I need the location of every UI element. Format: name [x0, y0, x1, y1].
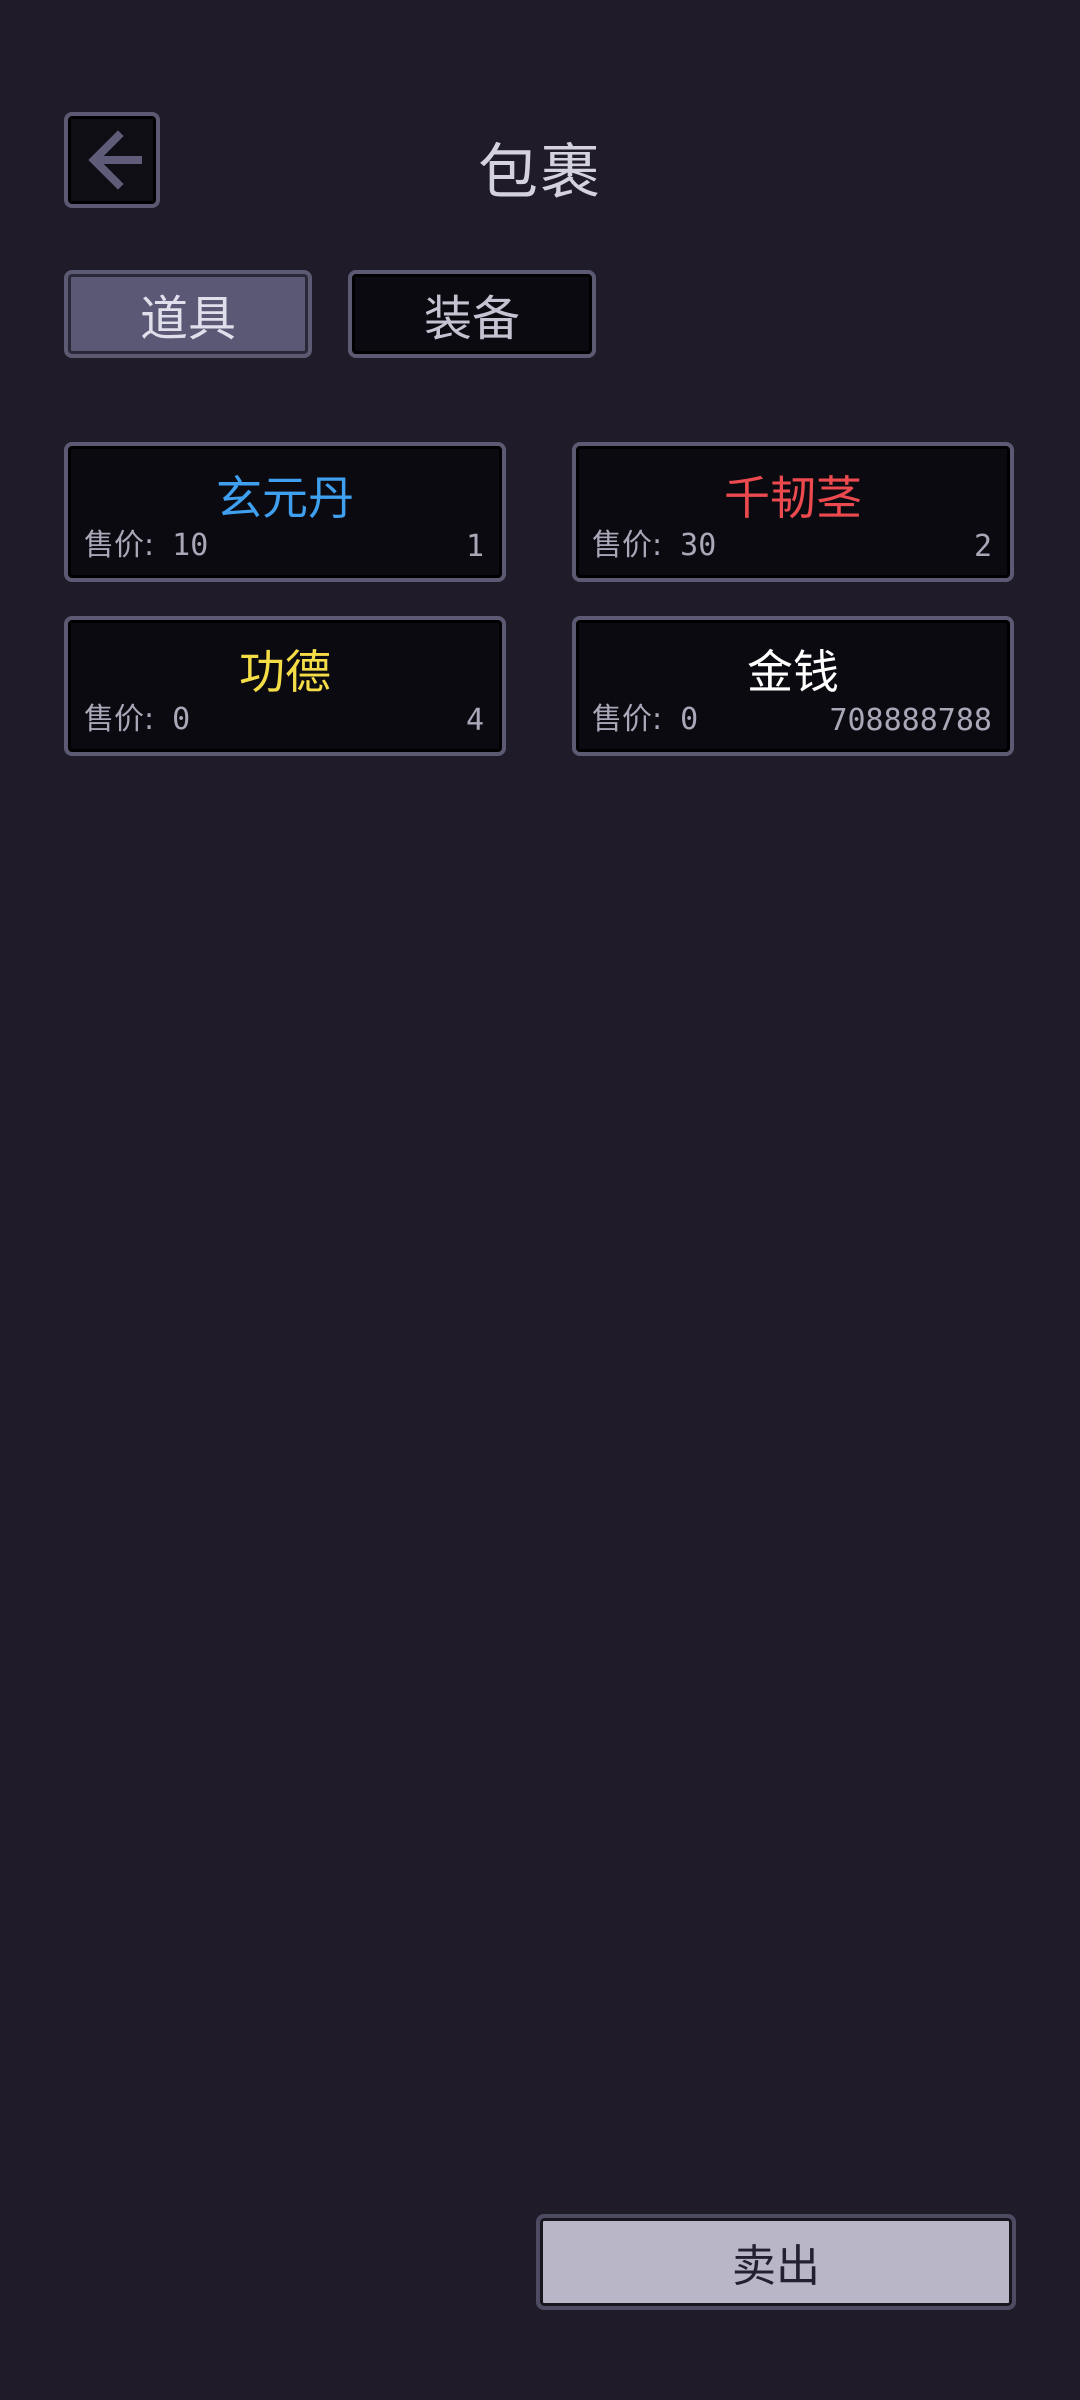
item-price-value: 30 — [680, 528, 717, 563]
tab-equipment[interactable]: 装备 — [348, 270, 596, 358]
item-price-value: 0 — [172, 702, 191, 737]
item-price: 售价: 10 — [84, 520, 208, 564]
item-card-qianrenjing[interactable]: 千韧茎 售价: 30 2 — [572, 442, 1014, 582]
item-price-label: 售价: — [84, 528, 155, 563]
item-count: 708888788 — [829, 703, 992, 738]
page-title: 包裹 — [478, 138, 602, 208]
item-count: 1 — [465, 529, 484, 564]
item-price: 售价: 0 — [84, 694, 190, 738]
item-name: 玄元丹 — [216, 471, 354, 525]
item-count: 2 — [973, 529, 992, 564]
tab-items[interactable]: 道具 — [64, 270, 312, 358]
item-price-label: 售价: — [592, 528, 663, 563]
item-card-gongde[interactable]: 功德 售价: 0 4 — [64, 616, 506, 756]
item-price-value: 0 — [680, 702, 699, 737]
item-price: 售价: 0 — [592, 694, 698, 738]
item-price-label: 售价: — [84, 702, 155, 737]
item-card-xuanyuandan[interactable]: 玄元丹 售价: 10 1 — [64, 442, 506, 582]
sell-button[interactable]: 卖出 — [536, 2214, 1016, 2310]
item-price-label: 售价: — [592, 702, 663, 737]
item-name: 功德 — [239, 645, 331, 699]
item-price-value: 10 — [172, 528, 209, 563]
item-card-jinqian[interactable]: 金钱 售价: 0 708888788 — [572, 616, 1014, 756]
item-name: 金钱 — [747, 645, 839, 699]
item-count: 4 — [465, 703, 484, 738]
item-name: 千韧茎 — [724, 471, 862, 525]
item-price: 售价: 30 — [592, 520, 716, 564]
